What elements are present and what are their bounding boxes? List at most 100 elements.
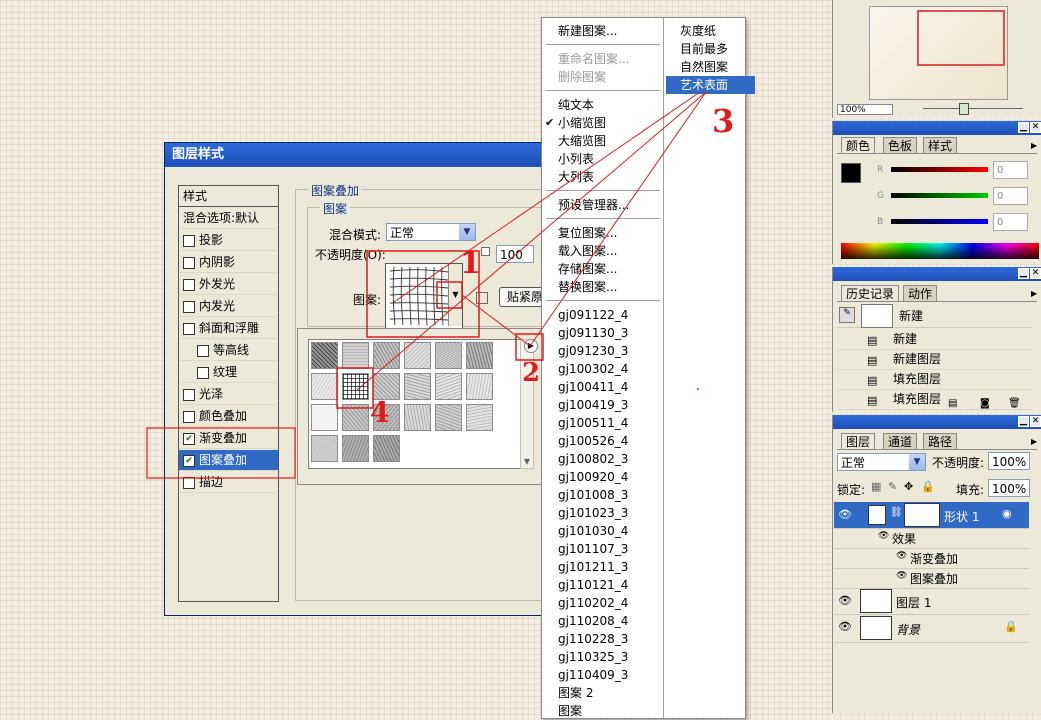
menu-item-pattern-set[interactable]: gj100411_4 xyxy=(558,378,628,396)
style-item-3[interactable]: 内发光 xyxy=(179,296,278,317)
navigator-view-box[interactable] xyxy=(917,10,1005,66)
menu-item-pattern-set[interactable]: gj110325_3 xyxy=(558,648,628,666)
style-item-11[interactable]: 描边 xyxy=(179,472,278,493)
style-checkbox[interactable] xyxy=(183,257,195,269)
layer-blend-mode-select[interactable]: 正常 ▼ xyxy=(837,453,926,471)
style-checkbox[interactable] xyxy=(183,279,195,291)
style-item-5[interactable]: 等高线 xyxy=(179,340,278,361)
lock-all-icon[interactable]: 🔒 xyxy=(921,480,935,493)
dialog-titlebar[interactable]: 图层样式 xyxy=(165,143,555,167)
layer-opacity-input[interactable]: 100% xyxy=(988,452,1030,470)
menu-item-pattern-set[interactable]: gj100419_3 xyxy=(558,396,628,414)
panel-menu-arrow-icon[interactable]: ▶ xyxy=(1031,289,1037,298)
history-row[interactable]: ▤ 填充图层 xyxy=(837,369,1032,390)
green-value[interactable]: 0 xyxy=(993,187,1028,205)
color-panel-titlebar[interactable]: ▁ ✕ xyxy=(833,121,1041,135)
menu-item-library[interactable]: 目前最多 xyxy=(680,40,728,58)
effects-icon[interactable]: ◉ xyxy=(1002,507,1012,520)
menu-item-view[interactable]: 大缩览图 xyxy=(558,132,606,150)
menu-item-pattern-set[interactable]: gj110208_4 xyxy=(558,612,628,630)
menu-item-pattern-action[interactable]: 存储图案... xyxy=(558,260,617,278)
menu-item-pattern-set[interactable]: gj110228_3 xyxy=(558,630,628,648)
style-item-1[interactable]: 内阴影 xyxy=(179,252,278,273)
blend-mode-select[interactable]: 正常 ▼ xyxy=(386,223,476,241)
red-slider[interactable] xyxy=(891,167,988,172)
menu-item-library[interactable]: 灰度纸 xyxy=(680,22,716,40)
fill-input[interactable]: 100% xyxy=(988,479,1030,497)
style-item-4[interactable]: 斜面和浮雕 xyxy=(179,318,278,339)
menu-item-view[interactable]: 纯文本 xyxy=(558,96,594,114)
opacity-input[interactable]: 100 xyxy=(496,245,534,263)
style-item-8[interactable]: 颜色叠加 xyxy=(179,406,278,427)
eye-icon[interactable]: 👁 xyxy=(838,508,852,521)
close-icon[interactable]: ✕ xyxy=(1030,268,1041,279)
layer-row-layer1[interactable]: 👁 图层 1 xyxy=(834,588,1029,615)
pattern-preview[interactable]: ▼ xyxy=(385,263,463,329)
layer-row-background[interactable]: 👁 背景 🔒 xyxy=(834,614,1029,643)
brush-source-icon[interactable]: ✎ xyxy=(839,307,855,323)
layers-panel-titlebar[interactable]: ▁ ✕ xyxy=(833,415,1041,429)
blue-slider[interactable] xyxy=(891,219,988,224)
pattern-swatch[interactable] xyxy=(311,342,338,369)
tab-styles[interactable]: 样式 xyxy=(923,137,958,153)
menu-item-pattern-set[interactable]: gj110202_4 xyxy=(558,594,628,612)
menu-item-pattern-set[interactable]: gj101030_4 xyxy=(558,522,628,540)
foreground-color-swatch[interactable] xyxy=(841,163,861,183)
menu-item-pattern-set[interactable]: gj091230_3 xyxy=(558,342,628,360)
menu-item-preset-manager[interactable]: 预设管理器... xyxy=(558,196,629,214)
eye-icon[interactable]: 👁 xyxy=(896,551,907,561)
effects-row[interactable]: 👁 效果 xyxy=(834,528,1029,549)
menu-item-pattern-set[interactable]: gj091122_4 xyxy=(558,306,628,324)
pattern-swatch[interactable] xyxy=(404,342,431,369)
menu-item-library[interactable]: 自然图案 xyxy=(680,58,728,76)
tab-swatches[interactable]: 色板 xyxy=(883,137,918,153)
style-item-10[interactable]: ✔ 图案叠加 xyxy=(179,450,278,471)
effect-row-gradient[interactable]: 👁 渐变叠加 xyxy=(834,548,1029,569)
navigator-zoom-input[interactable]: 100% xyxy=(837,104,893,115)
history-row[interactable]: ▤ 新建图层 xyxy=(837,349,1032,370)
style-item-6[interactable]: 纹理 xyxy=(179,362,278,383)
menu-item-pattern-set[interactable]: gj100511_4 xyxy=(558,414,628,432)
pattern-swatch[interactable] xyxy=(466,404,493,431)
new-preset-icon[interactable] xyxy=(476,292,488,304)
style-checkbox[interactable] xyxy=(183,323,195,335)
pattern-swatch[interactable] xyxy=(435,404,462,431)
pattern-swatch[interactable] xyxy=(311,373,338,400)
minimize-icon[interactable]: ▁ xyxy=(1018,122,1029,133)
tab-paths[interactable]: 路径 xyxy=(923,433,958,449)
style-checkbox[interactable] xyxy=(183,235,195,247)
menu-item-pattern-set[interactable]: gj101211_3 xyxy=(558,558,628,576)
pattern-swatch[interactable] xyxy=(311,435,338,462)
eye-icon[interactable]: 👁 xyxy=(838,620,852,633)
style-checkbox[interactable] xyxy=(183,477,195,489)
eye-icon[interactable]: 👁 xyxy=(878,531,889,541)
style-item-7[interactable]: 光泽 xyxy=(179,384,278,405)
red-value[interactable]: 0 xyxy=(993,161,1028,179)
style-checkbox[interactable] xyxy=(197,345,209,357)
menu-item-view[interactable]: 小缩览图 ✔ xyxy=(545,114,606,132)
blend-options-item[interactable]: 混合选项:默认 xyxy=(179,208,278,229)
pattern-swatch[interactable] xyxy=(435,373,462,400)
opacity-slider-handle[interactable] xyxy=(481,247,490,256)
close-icon[interactable]: ✕ xyxy=(1030,416,1041,427)
tab-channels[interactable]: 通道 xyxy=(883,433,918,449)
style-item-0[interactable]: 投影 xyxy=(179,230,278,251)
menu-item-pattern-set[interactable]: 图案 2 xyxy=(558,684,593,702)
pattern-swatch-selected[interactable] xyxy=(342,373,369,400)
style-item-2[interactable]: 外发光 xyxy=(179,274,278,295)
history-row[interactable]: ▤ 填充图层 xyxy=(837,389,1032,410)
style-checkbox[interactable] xyxy=(183,389,195,401)
pattern-swatch[interactable] xyxy=(311,404,338,431)
menu-item-pattern-action[interactable]: 替换图案... xyxy=(558,278,617,296)
menu-item-pattern-set[interactable]: gj101107_3 xyxy=(558,540,628,558)
color-spectrum-bar[interactable] xyxy=(841,243,1039,259)
picker-menu-arrow-icon[interactable]: ▶ xyxy=(524,339,538,353)
menu-item-pattern-set[interactable]: 图案 xyxy=(558,702,582,720)
lock-transparent-icon[interactable]: ▦ xyxy=(871,480,881,493)
layer-row-shape1[interactable]: 👁 ⛓ 形状 1 ◉ xyxy=(834,502,1029,529)
zoom-slider-track[interactable] xyxy=(923,108,1023,109)
history-panel-titlebar[interactable]: ▁ ✕ xyxy=(833,267,1041,281)
menu-item-pattern-set[interactable]: gj100302_4 xyxy=(558,360,628,378)
tab-history[interactable]: 历史记录 xyxy=(841,285,900,301)
effect-row-pattern[interactable]: 👁 图案叠加 xyxy=(834,568,1029,589)
